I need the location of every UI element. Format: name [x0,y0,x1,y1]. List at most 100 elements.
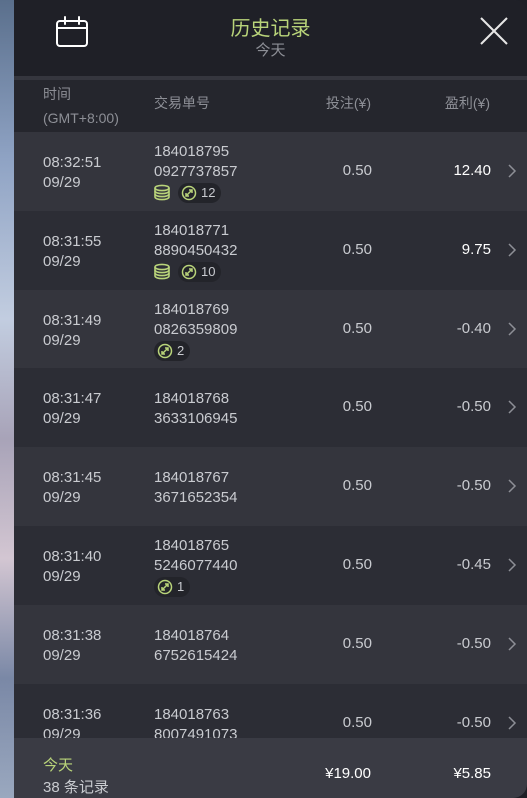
coin-stack-icon [154,184,170,201]
row-order-part1: 184018765 [154,536,230,554]
row-order-part2: 5246077440 [154,556,238,574]
row-time-value: 08:31:49 [43,311,102,329]
total-profit: ¥5.85 [453,765,491,782]
row-time-value: 08:31:40 [43,547,102,565]
column-pnl: 盈利(¥) [444,95,490,111]
history-row[interactable]: 08:31:45 09/29 184018767 3671652354 0.50 -0.5… [14,447,527,526]
row-order: 184018769 0826359809 2 [154,300,237,361]
row-order-part2: 8890450432 [154,241,238,259]
row-profit: -0.50 [456,713,491,731]
row-order-part1: 184018768 [154,390,230,408]
row-bet: 0.50 [342,477,372,495]
row-order-part2: 0927737857 [154,163,238,180]
row-profit: 9.75 [461,240,491,258]
total-bet: ¥19.00 [325,765,371,782]
row-order-part1: 184018771 [154,221,230,239]
free-spin-count: 1 [177,578,185,594]
free-spin-badge: 2 [154,340,191,361]
history-row[interactable]: 08:32:51 09/29 184018795 0927737857 12 0.50 12… [14,132,527,211]
row-order-part2: 6752615424 [154,646,238,664]
free-spin-badge: 1 [154,576,191,597]
row-time: 08:31:45 09/29 [43,468,101,508]
row-profit: -0.50 [456,477,491,495]
row-time: 08:31:47 09/29 [43,389,101,429]
row-order: 184018764 6752615424 [154,626,237,666]
row-profit: 12.40 [453,162,491,179]
row-time-value: 08:31:45 [43,469,102,487]
row-date-value: 09/29 [43,646,81,664]
row-order-part1: 184018763 [154,705,230,723]
row-time: 08:31:40 09/29 [43,547,101,587]
row-bet: 0.50 [342,398,372,416]
free-spin-icon [181,185,197,201]
history-list: 08:32:51 09/29 184018795 0927737857 12 0.50 12… [14,132,527,738]
row-time-value: 08:31:55 [43,232,102,250]
column-header: 时间 (GMT+8:00) 交易单号 投注(¥) 盈利(¥) [14,80,527,132]
row-order-part1: 184018767 [154,469,230,487]
row-time-value: 08:32:51 [43,154,102,171]
row-date-value: 09/29 [43,725,81,738]
row-time: 08:31:49 09/29 [43,311,101,351]
row-order-part2: 3671652354 [154,489,238,507]
record-count: 38 条记录 [43,779,109,796]
row-date-value: 09/29 [43,331,81,349]
row-date-value: 09/29 [43,252,81,270]
free-spin-badge: 12 [178,183,222,203]
row-order-part2: 3633106945 [154,410,238,428]
history-panel: 历史记录 今天 时间 (GMT+8:00) 交易单号 投注(¥) 盈利(¥) 0… [14,0,527,798]
free-spin-icon [157,343,173,358]
panel-header: 历史记录 今天 [14,0,527,76]
chevron-right-icon [508,243,517,257]
chevron-right-icon [508,637,517,651]
row-time-value: 08:31:36 [43,705,102,723]
row-time: 08:31:38 09/29 [43,626,101,666]
row-order: 184018765 5246077440 1 [154,536,237,597]
row-badges: 1 [154,576,237,597]
chevron-right-icon [508,558,517,572]
history-row[interactable]: 08:31:47 09/29 184018768 3633106945 0.50 -0.5… [14,368,527,448]
row-profit: -0.40 [456,319,491,337]
history-row[interactable]: 08:31:36 09/29 184018763 8007491073 0.50 -0.5… [14,683,527,738]
row-badges: 10 [154,261,237,282]
row-order-part1: 184018764 [154,626,230,644]
row-bet: 0.50 [342,162,372,179]
row-order: 184018795 0927737857 12 [154,142,237,203]
column-bet: 投注(¥) [325,95,371,111]
chevron-right-icon [508,479,517,493]
free-spin-badge: 10 [178,261,222,282]
row-date-value: 09/29 [43,174,81,191]
row-profit: -0.50 [456,634,491,652]
row-time: 08:31:36 09/29 [43,705,101,738]
row-bet: 0.50 [342,240,372,258]
row-profit: -0.50 [456,398,491,416]
chevron-right-icon [508,322,517,336]
summary-footer: 今天 38 条记录 ¥19.00 ¥5.85 [14,738,527,798]
row-order-part2: 0826359809 [154,320,238,338]
chevron-right-icon [508,716,517,730]
row-bet: 0.50 [342,713,372,731]
page-subtitle: 今天 [255,42,286,59]
history-row[interactable]: 08:31:40 09/29 184018765 5246077440 1 0.50 -0.… [14,525,527,605]
coin-stack-icon [154,263,170,280]
column-time: 时间 (GMT+8:00) [43,86,119,126]
row-order: 184018767 3671652354 [154,468,237,508]
row-time-value: 08:31:38 [43,626,102,644]
chevron-right-icon [508,400,517,414]
history-row[interactable]: 08:31:38 09/29 184018764 6752615424 0.50 -0.5… [14,604,527,684]
column-order: 交易单号 [154,95,210,111]
row-profit: -0.45 [456,555,491,573]
history-row[interactable]: 08:31:49 09/29 184018769 0826359809 2 0.50 -0.… [14,289,527,369]
free-spin-icon [157,579,173,595]
close-button[interactable] [479,16,509,46]
row-order: 184018763 8007491073 [154,705,237,738]
footer-label: 今天 [43,757,74,774]
free-spin-count: 12 [201,185,216,200]
row-time: 08:31:55 09/29 [43,232,101,272]
row-time-value: 08:31:47 [43,390,102,408]
row-date-value: 09/29 [43,410,81,428]
row-order-part2: 8007491073 [154,725,238,738]
history-row[interactable]: 08:31:55 09/29 184018771 8890450432 10 0.50 9.… [14,210,527,290]
row-order-part1: 184018769 [154,300,230,318]
free-spin-count: 2 [177,342,185,358]
background-strip [0,0,14,798]
